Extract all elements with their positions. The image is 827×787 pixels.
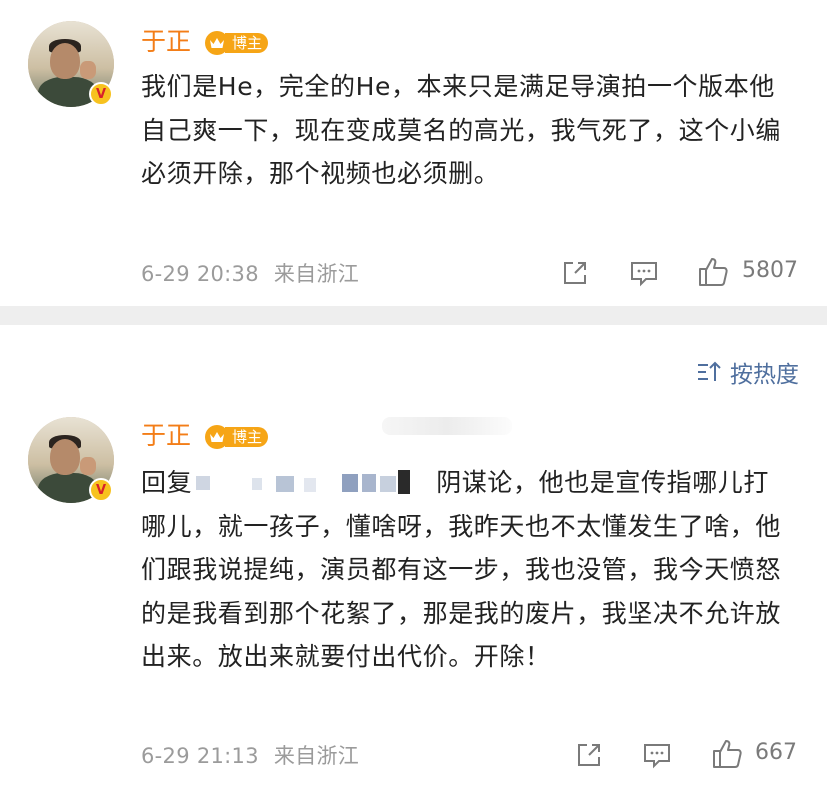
verified-v-icon: V xyxy=(89,82,113,106)
comment-icon[interactable] xyxy=(629,259,659,287)
author-name[interactable]: 于正 xyxy=(141,421,191,451)
sort-label: 按热度 xyxy=(730,362,799,388)
verified-v-icon: V xyxy=(89,478,113,502)
badge-label: 博主 xyxy=(225,33,269,53)
timestamp: 6-29 20:38 xyxy=(141,262,259,286)
like-icon[interactable] xyxy=(711,738,743,770)
location: 来自浙江 xyxy=(273,262,360,286)
timestamp: 6-29 21:13 xyxy=(141,744,259,768)
like-icon[interactable] xyxy=(697,256,729,288)
like-count: 5807 xyxy=(742,258,798,283)
divider xyxy=(0,306,827,325)
sort-icon xyxy=(698,361,721,381)
comment-meta: 6-29 20:38 来自浙江 xyxy=(141,258,359,288)
blogger-badge: 博主 xyxy=(205,30,269,56)
comment-text: 回复 阴谋论，他也是宣传指哪儿打哪儿，就一孩子，懂啥呀，我昨天也不太懂发生了啥，他… xyxy=(141,461,791,679)
share-icon[interactable] xyxy=(561,259,589,287)
like-count: 667 xyxy=(755,740,797,765)
comment-card: V 于正 博主 我们是He，完全的He，本来只是满足导演拍一个版本他自己爽一下，… xyxy=(0,0,827,306)
reply-body: 阴谋论，他也是宣传指哪儿打哪儿，就一孩子，懂啥呀，我昨天也不太懂发生了啥，他们跟… xyxy=(141,468,782,671)
reply-prefix: 回复 xyxy=(141,468,193,497)
comment-text: 我们是He，完全的He，本来只是满足导演拍一个版本他自己爽一下，现在变成莫名的高… xyxy=(141,72,782,188)
badge-label: 博主 xyxy=(225,427,269,447)
redacted-username xyxy=(192,470,436,498)
share-icon[interactable] xyxy=(575,741,603,769)
watermark-blur xyxy=(382,417,512,435)
comment-meta: 6-29 21:13 来自浙江 xyxy=(141,740,359,770)
author-name[interactable]: 于正 xyxy=(141,27,191,57)
location: 来自浙江 xyxy=(273,744,360,768)
comment-card: 按热度 V 于正 博主 回复 阴谋论，他也是宣传指哪儿打哪儿，就一孩子，懂啥呀，我… xyxy=(0,325,827,787)
comment-icon[interactable] xyxy=(642,741,672,769)
sort-button[interactable]: 按热度 xyxy=(696,355,799,389)
blogger-badge: 博主 xyxy=(205,424,269,450)
